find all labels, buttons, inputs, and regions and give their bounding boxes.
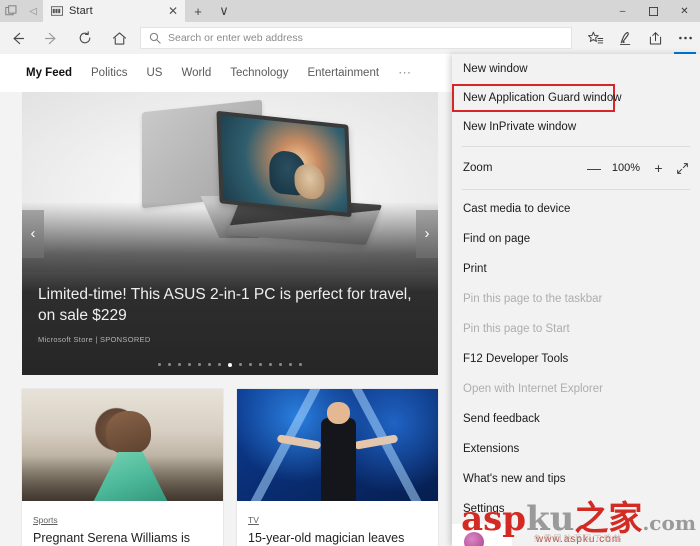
carousel-prev-button[interactable]: ‹ [22, 209, 44, 258]
minimize-button[interactable]: – [607, 0, 638, 22]
close-button[interactable]: ✕ [669, 0, 700, 22]
feed-nav-us[interactable]: US [146, 67, 162, 79]
navigation-toolbar [0, 22, 700, 54]
feed-card-category[interactable]: Sports [33, 515, 58, 525]
menu-item-open-with-internet-explorer: Open with Internet Explorer [463, 383, 603, 395]
zoom-out-button[interactable]: — [587, 161, 601, 175]
search-icon [149, 32, 161, 44]
tab-bar-left-icons [0, 0, 43, 22]
start-page-icon [50, 6, 63, 17]
hero-headline[interactable]: Limited-time! This ASUS 2-in-1 PC is per… [38, 284, 422, 327]
hero-source-label: Microsoft Store | SPONSORED [38, 334, 151, 344]
feed-body: Limited-time! This ASUS 2-in-1 PC is per… [0, 92, 460, 546]
carousel-dots[interactable] [22, 362, 438, 367]
feed-card-title[interactable]: Pregnant Serena Williams is stunning on … [33, 530, 212, 546]
zoom-value: 100% [611, 162, 641, 174]
zoom-label: Zoom [463, 162, 493, 174]
refresh-icon[interactable] [68, 22, 102, 54]
menu-item-new-inprivate-window[interactable]: New InPrivate window [452, 112, 700, 142]
menu-divider [462, 189, 690, 190]
partial-thumbnail-icon [464, 532, 484, 546]
menu-item-whats-new-and-tips[interactable]: What's new and tips [452, 464, 700, 494]
carousel-dot[interactable] [248, 362, 253, 366]
maximize-button[interactable] [638, 0, 669, 22]
feed-nav-technology[interactable]: Technology [230, 67, 288, 79]
carousel-dot[interactable] [268, 362, 273, 366]
menu-item-extensions[interactable]: Extensions [452, 434, 700, 464]
edge-browser-window: Start ✕ + ∨ – ✕ Search or enter web addr… [0, 0, 700, 546]
carousel-dot[interactable] [177, 362, 182, 366]
feed-nav-world[interactable]: World [181, 67, 211, 79]
forward-arrow-icon[interactable] [34, 22, 68, 54]
menu-zoom-row: Zoom — 100% + [452, 151, 700, 185]
hero-carousel[interactable]: Limited-time! This ASUS 2-in-1 PC is per… [22, 92, 438, 375]
carousel-dot[interactable] [278, 362, 283, 366]
menu-item-new-window[interactable]: New window [452, 54, 700, 84]
add-to-favorites-icon[interactable] [580, 22, 610, 54]
carousel-dot[interactable] [238, 362, 243, 366]
feed-card-body: TV 15-year-old magician leaves 'America'… [237, 501, 438, 546]
address-input[interactable] [168, 32, 563, 44]
feed-card[interactable]: TV 15-year-old magician leaves 'America'… [237, 389, 438, 546]
carousel-dot[interactable] [258, 362, 263, 366]
feed-card[interactable]: Sports Pregnant Serena Williams is stunn… [22, 389, 223, 546]
fullscreen-icon[interactable] [676, 162, 689, 175]
back-arrow-icon[interactable] [0, 22, 34, 54]
carousel-dot[interactable] [187, 362, 192, 366]
carousel-dot[interactable] [167, 362, 172, 366]
feed-category-nav: My Feed Politics US World Technology Ent… [0, 54, 460, 92]
carousel-dot[interactable] [197, 362, 202, 366]
menu-divider [462, 146, 690, 147]
serena-williams-photo [22, 389, 223, 501]
feed-card-list: Sports Pregnant Serena Williams is stunn… [22, 389, 438, 546]
carousel-dot-active[interactable] [227, 362, 233, 367]
feed-card-body: Sports Pregnant Serena Williams is stunn… [22, 501, 223, 546]
carousel-next-button[interactable]: › [416, 209, 438, 258]
feed-nav-politics[interactable]: Politics [91, 67, 127, 79]
tab-bar-drag-area [237, 0, 607, 22]
more-options-icon[interactable] [670, 22, 700, 54]
window-controls: – ✕ [607, 0, 700, 22]
menu-item-find-on-page[interactable]: Find on page [452, 224, 700, 254]
menu-item-new-application-guard-window[interactable]: New Application Guard window [452, 84, 622, 112]
menu-item-cast-media-to-device[interactable]: Cast media to device [452, 194, 700, 224]
hero-text-block: Limited-time! This ASUS 2-in-1 PC is per… [38, 284, 422, 344]
tab-title: Start [69, 5, 93, 17]
menu-item-settings[interactable]: Settings [452, 494, 700, 524]
more-options-menu: New window New Application Guard window … [452, 54, 700, 546]
new-tab-button[interactable]: + [185, 0, 211, 22]
menu-item-print[interactable]: Print [452, 254, 700, 284]
feed-nav-entertainment[interactable]: Entertainment [307, 67, 379, 79]
carousel-dot[interactable] [217, 362, 222, 366]
tabs-you-set-aside-icon[interactable] [25, 4, 39, 18]
home-icon[interactable] [102, 22, 136, 54]
zoom-controls: — 100% + [587, 161, 689, 175]
make-a-web-note-icon[interactable] [610, 22, 640, 54]
zoom-in-button[interactable]: + [652, 161, 665, 175]
magician-agt-photo [237, 389, 438, 501]
share-icon[interactable] [640, 22, 670, 54]
menu-item-pin-this-page-to-the-taskbar: Pin this page to the taskbar [463, 293, 603, 305]
partial-content-behind-menu [452, 524, 512, 546]
carousel-dot[interactable] [298, 362, 303, 366]
browser-tab-start[interactable]: Start ✕ [43, 0, 185, 22]
carousel-dot[interactable] [207, 362, 212, 366]
chevron-down-icon[interactable]: ∨ [211, 0, 237, 22]
feed-nav-more-icon[interactable]: ⋯ [398, 65, 412, 81]
menu-item-send-feedback[interactable]: Send feedback [452, 404, 700, 434]
carousel-dot[interactable] [157, 362, 162, 366]
feed-nav-my-feed[interactable]: My Feed [26, 67, 72, 79]
carousel-dot[interactable] [288, 362, 293, 366]
menu-item-f12-developer-tools[interactable]: F12 Developer Tools [452, 344, 700, 374]
address-bar[interactable] [140, 27, 572, 49]
toolbar-actions [580, 22, 700, 54]
close-tab-icon[interactable]: ✕ [165, 3, 181, 19]
menu-item-pin-this-page-to-start: Pin this page to Start [463, 323, 570, 335]
feed-card-category[interactable]: TV [248, 515, 259, 525]
set-tabs-aside-icon[interactable] [4, 4, 18, 18]
feed-card-title[interactable]: 15-year-old magician leaves 'America's G… [248, 530, 427, 546]
tab-bar: Start ✕ + ∨ – ✕ [0, 0, 700, 22]
